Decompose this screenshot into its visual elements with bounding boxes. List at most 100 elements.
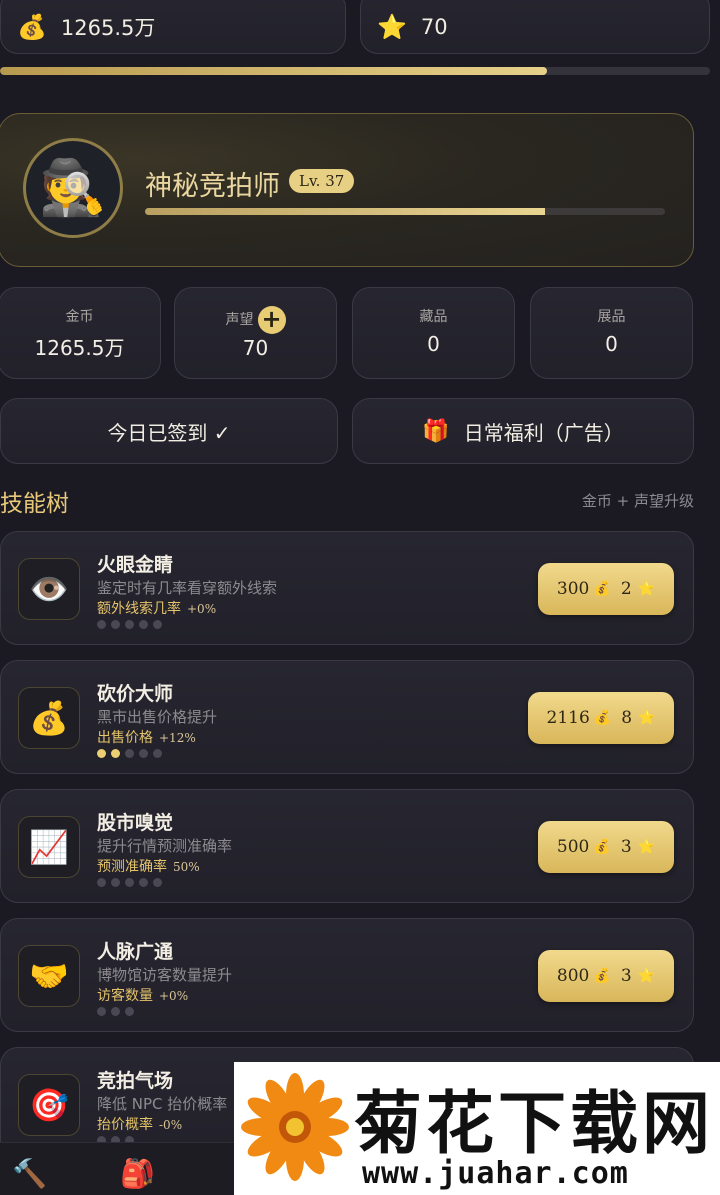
- handshake-icon: 🤝: [18, 945, 80, 1007]
- level-dot: [153, 878, 162, 887]
- skill-description: 鉴定时有几率看穿额外线索: [97, 579, 278, 597]
- level-dot: [111, 620, 120, 629]
- skill-effect-label: 额外线索几率: [97, 601, 181, 617]
- money-bag-icon: 💰: [593, 710, 612, 726]
- stat-label: 展品: [597, 309, 626, 325]
- star-icon: ⭐: [637, 581, 656, 597]
- money-bag-icon: 💰: [17, 13, 47, 41]
- cost-gold: 800: [556, 966, 590, 986]
- upgrade-button[interactable]: 500 💰 3 ⭐: [538, 821, 674, 873]
- cost-reputation: 8: [621, 708, 633, 728]
- level-dot: [111, 1007, 120, 1016]
- watermark-url: www.juahar.com: [362, 1156, 629, 1191]
- skill-effect-value: +0%: [187, 602, 217, 616]
- star-icon: ⭐: [637, 968, 656, 984]
- stat-label: 金币: [65, 309, 94, 325]
- money-bag-icon: 💰: [593, 839, 611, 855]
- stat-collection: 藏品 0: [352, 287, 515, 379]
- skill-level-dots: [97, 620, 162, 629]
- flower-logo-icon: [241, 1073, 349, 1181]
- cost-reputation: 3: [620, 966, 632, 986]
- skill-row: 🤝 人脉广通博物馆访客数量提升 访客数量 +0% 800 💰 3 ⭐: [0, 918, 694, 1032]
- level-dot: [139, 620, 148, 629]
- detective-icon: 🕵️: [39, 156, 107, 219]
- gold-value: 1265.5万: [60, 16, 156, 40]
- money-bag-icon: 💰: [593, 581, 611, 597]
- skill-name: 人脉广通: [97, 941, 174, 963]
- profile-card: 🕵️ 神秘竞拍师 Lv. 37: [0, 113, 694, 267]
- exp-progress-fill: [145, 208, 546, 215]
- cost-gold: 2116: [546, 708, 590, 728]
- upgrade-button[interactable]: 300 💰 2 ⭐: [538, 563, 674, 615]
- add-reputation-button[interactable]: +: [257, 306, 286, 334]
- daily-signin-button[interactable]: 今日已签到 ✓: [0, 398, 338, 464]
- gift-icon: 🎁: [422, 418, 450, 444]
- skill-level-dots: [97, 749, 162, 758]
- avatar[interactable]: 🕵️: [23, 138, 123, 238]
- upgrade-button[interactable]: 2116 💰 8 ⭐: [528, 692, 674, 744]
- level-dot: [125, 1007, 134, 1016]
- stat-label: 声望: [225, 312, 254, 328]
- top-progress-fill: [0, 67, 547, 75]
- upgrade-button[interactable]: 800 💰 3 ⭐: [538, 950, 674, 1002]
- chart-up-icon: 📈: [18, 816, 80, 878]
- skill-effect: 抬价概率 -0%: [97, 1114, 182, 1134]
- backpack-icon[interactable]: 🎒: [120, 1157, 155, 1190]
- skill-effect: 预测准确率 50%: [97, 856, 200, 876]
- cost-gold: 300: [556, 579, 590, 599]
- stat-label-row: 声望 +: [175, 306, 336, 334]
- player-name: 神秘竞拍师: [145, 171, 280, 202]
- skill-effect: 访客数量 +0%: [97, 985, 188, 1005]
- skill-effect-label: 访客数量: [97, 988, 153, 1004]
- level-dot: [111, 749, 120, 758]
- skill-level-dots: [97, 1007, 134, 1016]
- skill-description: 黑市出售价格提升: [97, 708, 218, 726]
- target-icon: 🎯: [18, 1074, 80, 1136]
- stat-label: 藏品: [419, 309, 448, 325]
- daily-welfare-button[interactable]: 🎁 日常福利（广告）: [352, 398, 694, 464]
- skill-tree-title: 技能树: [0, 491, 69, 517]
- skill-effect-value: 50%: [173, 860, 200, 874]
- skill-description: 博物馆访客数量提升: [97, 966, 233, 984]
- skill-name: 竞拍气场: [97, 1070, 174, 1092]
- skill-description: 提升行情预测准确率: [97, 837, 233, 855]
- eye-icon: 👁️: [18, 558, 80, 620]
- money-bag-icon: 💰: [18, 687, 80, 749]
- star-icon: ⭐: [638, 710, 656, 726]
- stat-value: 0: [605, 332, 618, 356]
- skill-effect-value: -0%: [159, 1118, 183, 1132]
- reputation-value: 70: [420, 15, 448, 39]
- watermark: 菊花下载网 www.juahar.com: [234, 1062, 720, 1195]
- level-dot: [139, 878, 148, 887]
- level-dot: [97, 1007, 106, 1016]
- skill-effect: 出售价格 +12%: [97, 727, 196, 747]
- skill-effect-label: 出售价格: [97, 730, 153, 746]
- skill-effect: 额外线索几率 +0%: [97, 598, 216, 618]
- stat-value: 0: [427, 332, 440, 356]
- cost-reputation: 2: [620, 579, 632, 599]
- welfare-label: 日常福利（广告）: [463, 420, 624, 445]
- level-badge: Lv. 37: [289, 169, 355, 193]
- hammer-icon[interactable]: 🔨: [12, 1157, 47, 1190]
- stat-reputation: 声望 + 70: [174, 287, 337, 379]
- money-bag-icon: 💰: [593, 968, 611, 984]
- skill-description: 降低 NPC 抬价概率: [97, 1095, 228, 1113]
- level-dot: [125, 749, 134, 758]
- skill-effect-value: +12%: [159, 731, 196, 745]
- skill-row: 💰 砍价大师 黑市出售价格提升 出售价格 +12% 2116 💰 8 ⭐: [0, 660, 694, 774]
- gold-counter: 💰 1265.5万: [0, 0, 346, 54]
- stat-exhibits: 展品 0: [530, 287, 693, 379]
- level-dot: [153, 749, 162, 758]
- stat-value: 1265.5万: [34, 336, 125, 360]
- skill-level-dots: [97, 878, 162, 887]
- cost-gold: 500: [556, 837, 590, 857]
- level-dot: [125, 878, 134, 887]
- level-dot: [111, 878, 120, 887]
- star-icon: ⭐: [637, 839, 656, 855]
- top-progress-bar: [0, 67, 710, 75]
- exp-progress-bar: [145, 208, 665, 215]
- skill-name: 火眼金睛: [97, 554, 174, 576]
- skill-effect-label: 抬价概率: [97, 1117, 153, 1133]
- level-dot: [139, 749, 148, 758]
- skill-name: 砍价大师: [97, 683, 174, 705]
